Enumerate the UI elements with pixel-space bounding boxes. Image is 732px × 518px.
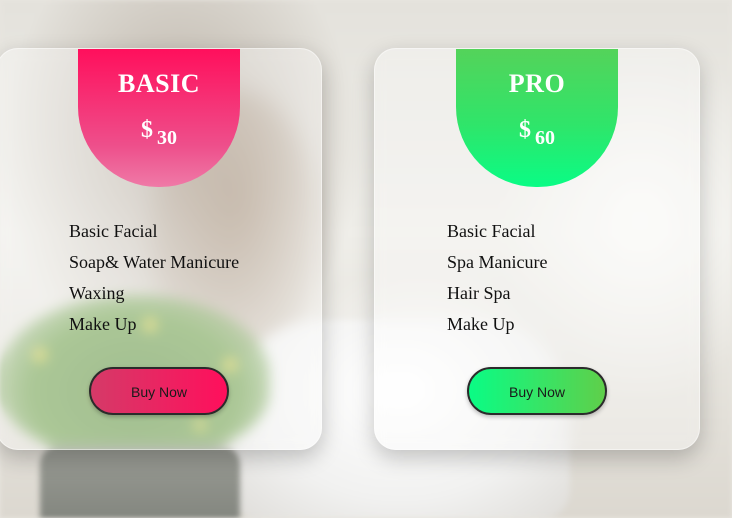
feature-item: Soap& Water Manicure xyxy=(69,252,240,272)
feature-item: Make Up xyxy=(447,314,515,334)
feature-item: Basic Facial xyxy=(447,221,536,241)
feature-item: Spa Manicure xyxy=(447,252,548,272)
feature-item: Make Up xyxy=(69,314,137,334)
plan-header: PRO $60 xyxy=(456,49,618,187)
background-pot xyxy=(40,445,240,518)
feature-item: Basic Facial xyxy=(69,221,158,241)
feature-list: Basic Facial Spa Manicure Hair Spa Make … xyxy=(447,219,547,343)
plan-price: $30 xyxy=(78,117,240,149)
buy-now-button[interactable]: Buy Now xyxy=(89,367,229,415)
plan-name: PRO xyxy=(508,69,566,98)
buy-now-button[interactable]: Buy Now xyxy=(467,367,607,415)
plan-name: BASIC xyxy=(118,69,200,98)
currency-symbol: $ xyxy=(519,117,531,143)
plan-header: BASIC $30 xyxy=(78,49,240,187)
pricing-card-pro: PRO $60 Basic Facial Spa Manicure Hair S… xyxy=(374,48,700,450)
plan-price: $60 xyxy=(456,117,618,149)
feature-item: Waxing xyxy=(69,283,125,303)
price-amount: 60 xyxy=(535,127,555,149)
price-amount: 30 xyxy=(157,127,177,149)
feature-list: Basic Facial Soap& Water Manicure Waxing… xyxy=(69,219,239,343)
currency-symbol: $ xyxy=(141,117,153,143)
pricing-card-basic: BASIC $30 Basic Facial Soap& Water Manic… xyxy=(0,48,322,450)
feature-item: Hair Spa xyxy=(447,283,511,303)
